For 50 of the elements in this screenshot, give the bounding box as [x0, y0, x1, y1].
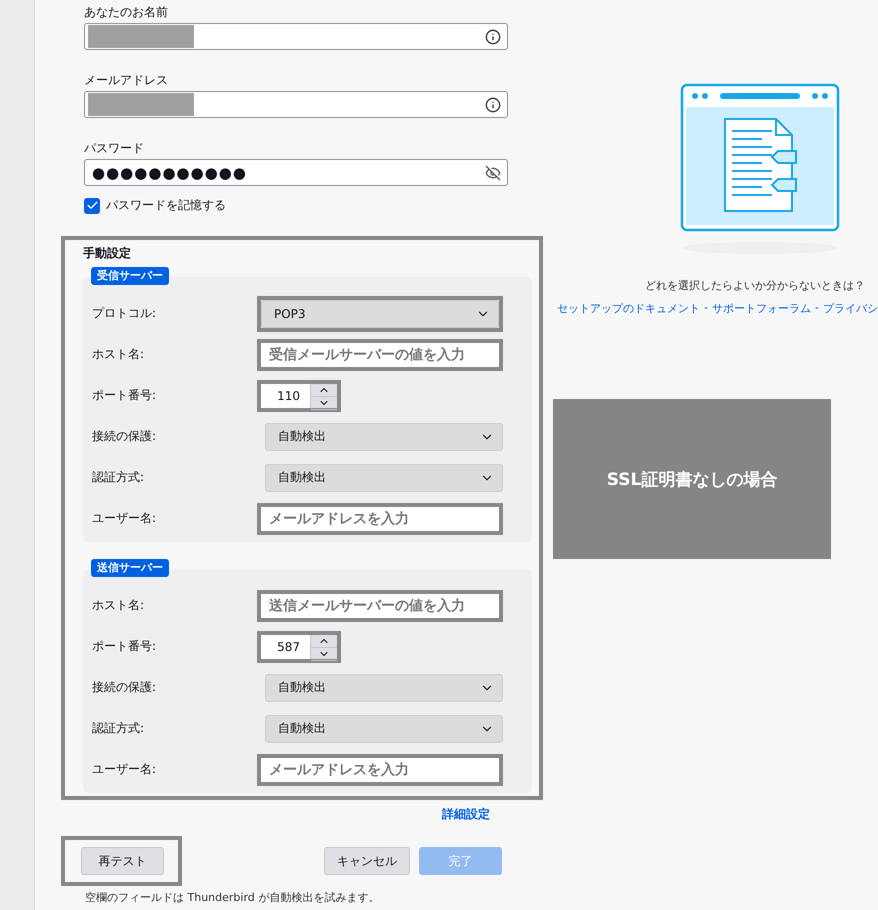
section-tag: 送信サーバー [91, 559, 169, 577]
link-separator: - [815, 301, 819, 316]
text-field[interactable]: メールアドレスを入力 [261, 758, 499, 782]
dropdown[interactable]: 自動検出 [265, 422, 503, 450]
input-field[interactable]: ●●●●●●●●●●● [84, 159, 508, 186]
setting-label: 接続の保護: [92, 679, 158, 696]
advanced-settings-link[interactable]: 詳細設定 [442, 806, 490, 823]
dropdown[interactable]: 自動検出 [265, 674, 503, 702]
input-field[interactable] [84, 23, 508, 50]
info-icon[interactable] [485, 28, 501, 44]
note-text: SSL証明書なしの場合 [606, 468, 778, 490]
text-field[interactable]: 送信メールサーバーの値を入力 [261, 594, 499, 618]
help-link[interactable]: セットアップのドキュメント [557, 301, 700, 316]
input-field[interactable] [84, 91, 508, 118]
spin-buttons[interactable] [310, 384, 337, 408]
spin-buttons[interactable] [310, 634, 337, 658]
text-field[interactable]: メールアドレスを入力 [261, 506, 499, 530]
setting-label: ホスト名: [92, 597, 146, 614]
info-icon[interactable] [485, 96, 501, 112]
field-label: パスワード [84, 140, 145, 157]
field-label: あなたのお名前 [84, 4, 169, 21]
setting-label: ユーザー名: [92, 761, 158, 778]
dialog-button[interactable]: 再テスト [81, 847, 164, 875]
text-field[interactable]: 受信メールサーバーの値を入力 [261, 342, 499, 366]
port-field[interactable]: 110 [261, 384, 310, 408]
setting-label: プロトコル: [92, 305, 158, 322]
port-field[interactable]: 587 [261, 634, 310, 658]
link-separator: - [704, 301, 708, 316]
help-link[interactable]: サポートフォーラム [712, 301, 812, 316]
setting-label: ポート番号: [92, 387, 158, 404]
eye-off-icon[interactable] [485, 164, 501, 180]
checkbox[interactable] [84, 198, 100, 214]
dropdown[interactable]: 自動検出 [265, 464, 503, 492]
footer-note: 空欄のフィールドは Thunderbird が自動検出を試みます。 [85, 890, 380, 905]
setting-label: 認証方式: [92, 720, 146, 737]
help-link[interactable]: プライバシ [823, 301, 878, 316]
setting-label: ホスト名: [92, 346, 146, 363]
setting-label: 認証方式: [92, 469, 146, 486]
setting-label: 接続の保護: [92, 428, 158, 445]
dropdown[interactable]: 自動検出 [265, 714, 503, 742]
section-tag: 受信サーバー [91, 267, 169, 285]
field-label: メールアドレス [84, 72, 169, 89]
dialog-button[interactable]: キャンセル [324, 847, 410, 875]
setting-label: ユーザー名: [92, 510, 158, 527]
checkbox-label: パスワードを記憶する [106, 197, 226, 214]
help-question: どれを選択したらよいか分からないときは？ [645, 278, 865, 293]
section-title: 手動設定 [83, 245, 132, 261]
setting-label: ポート番号: [92, 638, 158, 655]
checkmark-icon [86, 199, 98, 212]
dropdown[interactable]: POP3 [261, 300, 499, 328]
